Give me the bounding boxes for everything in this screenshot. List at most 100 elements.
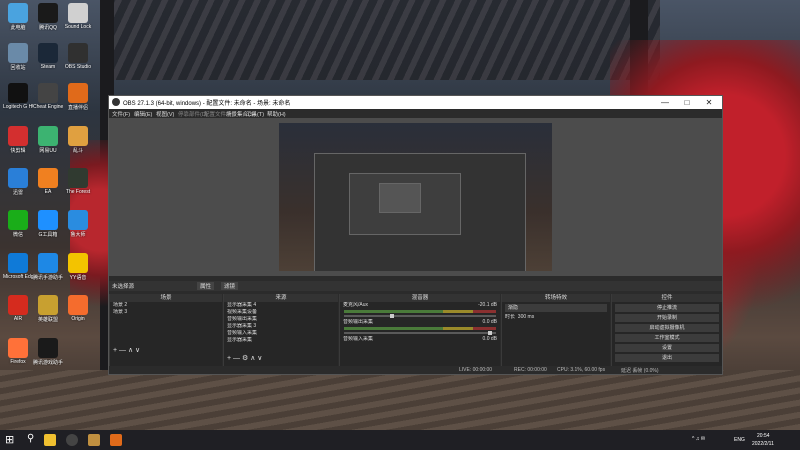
desktop-icon-label: Steam [40,64,56,70]
source-item[interactable]: 音频输入采集 [224,330,338,337]
qq-taskbar-icon[interactable] [44,434,56,446]
source-item[interactable]: 显示器采集 [224,337,338,344]
desktop-icon[interactable]: 快剪辑 [3,126,33,160]
desktop-icon[interactable]: 腾讯手游助手 [33,253,63,287]
clock-time[interactable]: 20:54 [757,433,770,439]
volume-handle[interactable] [389,314,394,318]
app-icon [38,168,58,188]
title-bar[interactable]: OBS 27.1.3 (64-bit, windows) - 配置文件: 未命名… [109,96,722,109]
transition-select[interactable]: 渐隐 [505,304,607,312]
mixer-dock: 混音器 麦克风/Aux -20.1 dB 音频输出采集 0.0 dB 音频输入采集 0… [339,294,500,366]
windows-start-icon[interactable]: ⊞ [5,433,14,446]
preview-canvas [279,123,552,271]
desktop-icon-label: 回收站 [10,65,26,71]
settings-button[interactable]: 设置 [615,344,719,352]
exit-button[interactable]: 退出 [615,354,719,362]
obs-taskbar-icon[interactable] [66,434,78,446]
app-icon [38,126,58,146]
desktop-icon[interactable]: 直播伴侣 [63,83,93,117]
menu-edit[interactable]: 编辑(E) [134,110,152,118]
desktop-icon[interactable]: Sound Lock [63,3,93,37]
app-taskbar-icon[interactable] [88,434,100,446]
transition-duration: 时长 300 ms [502,314,610,321]
source-toolbar: 未选择源 属性 滤镜 [109,281,722,291]
app-icon [8,295,28,315]
desktop-icon[interactable]: Origin [63,295,93,329]
filters-button[interactable]: 滤镜 [221,282,239,290]
vu-meter [344,310,496,313]
desktop-icon[interactable]: 迅雷 [3,168,33,202]
tray-icons[interactable]: ^ ♫ ✉ [692,436,705,442]
source-item[interactable]: 视频采集设备 [224,309,338,316]
desktop-icon[interactable]: AIR [3,295,33,329]
stop-streaming-button[interactable]: 停止推流 [615,304,719,312]
transitions-header: 转场特效 [502,294,610,302]
desktop-icon-label: 乱斗 [72,148,83,154]
obs-window[interactable]: OBS 27.1.3 (64-bit, windows) - 配置文件: 未命名… [108,95,723,375]
desktop-icon[interactable]: 网易UU [33,126,63,160]
desktop-icon-label: Cheat Engine [33,104,63,110]
desktop-icon[interactable]: OBS Studio [63,43,93,77]
sources-dock: 来源 显示器采集 4 视频采集设备 音频输出采集 显示器采集 3 音频输入采集 … [223,294,338,366]
desktop-icon[interactable]: The Forest [63,168,93,202]
desktop-icon[interactable]: 鲁大师 [63,210,93,244]
desktop-icon[interactable]: YY语音 [63,253,93,287]
desktop: { "desktop": { "icons": [ {"label":"此电脑"… [0,0,800,450]
menu-help[interactable]: 帮助(H) [267,110,286,118]
start-recording-button[interactable]: 开始录制 [615,314,719,322]
live-time: LIVE: 00:00:00 [459,367,493,373]
rec-time: REC: 00:00:00 [514,367,547,373]
virtual-camera-button[interactable]: 启动虚拟摄像机 [615,324,719,332]
volume-handle[interactable] [488,331,493,335]
sources-header: 来源 [224,294,338,302]
desktop-icon[interactable]: 微信 [3,210,33,244]
desktop-icon[interactable]: G工具箱 [33,210,63,244]
close-icon[interactable]: ✕ [698,97,720,108]
channel-db: 0.0 dB [482,336,497,342]
desktop-icon[interactable]: 英雄联盟 [33,295,63,329]
duration-label: 时长 [505,314,516,320]
menu-view[interactable]: 视图(V) [156,110,174,118]
studio-mode-button[interactable]: 工作室模式 [615,334,719,342]
menu-tools[interactable]: 工具(T) [246,110,264,118]
desktop-icon-label: 此电脑 [10,25,26,31]
search-icon[interactable]: ⚲ [27,433,34,444]
preview-area[interactable] [109,118,722,276]
app-icon [68,43,88,63]
live-companion-taskbar-icon[interactable] [110,434,122,446]
minimize-icon[interactable]: — [654,97,676,108]
desktop-icon[interactable]: Microsoft Edge [3,253,33,287]
language-indicator[interactable]: ENG [734,437,745,443]
app-icon [38,295,58,315]
desktop-icon[interactable]: Steam [33,43,63,77]
mixer-header: 混音器 [340,294,500,302]
scene-item[interactable]: 场景 2 [110,302,222,309]
vu-meter [344,327,496,330]
desktop-icon[interactable]: 乱斗 [63,126,93,160]
app-icon [68,168,88,188]
duration-value[interactable]: 300 ms [518,314,534,320]
controls-header: 控件 [612,294,722,302]
add-source-icon[interactable]: + — ⚙ ∧ ∨ [227,354,262,362]
desktop-icon[interactable]: Firefox [3,338,33,372]
clock-date[interactable]: 2022/2/11 [752,441,774,447]
source-item[interactable]: 显示器采集 3 [224,323,338,330]
maximize-icon[interactable]: □ [676,97,698,108]
desktop-icon[interactable]: 腾讯QQ [33,3,63,37]
desktop-icon[interactable]: 此电脑 [3,3,33,37]
source-item[interactable]: 显示器采集 4 [224,302,338,309]
volume-slider[interactable] [344,314,496,318]
app-icon [68,210,88,230]
desktop-icon[interactable]: 腾讯游戏助手 [33,338,63,372]
properties-button[interactable]: 属性 [197,282,215,290]
desktop-icon[interactable]: 回收站 [3,43,33,77]
source-item[interactable]: 音频输出采集 [224,316,338,323]
add-scene-icon[interactable]: + — ∧ ∨ [113,346,140,354]
desktop-icon[interactable]: Logitech G HUB [3,83,33,117]
volume-slider[interactable] [344,331,496,335]
scene-item[interactable]: 场景 3 [110,309,222,316]
desktop-icon[interactable]: EA [33,168,63,202]
desktop-icon[interactable]: Cheat Engine [33,83,63,117]
menu-file[interactable]: 文件(F) [112,110,130,118]
desktop-icon-label: 迅雷 [12,190,23,196]
